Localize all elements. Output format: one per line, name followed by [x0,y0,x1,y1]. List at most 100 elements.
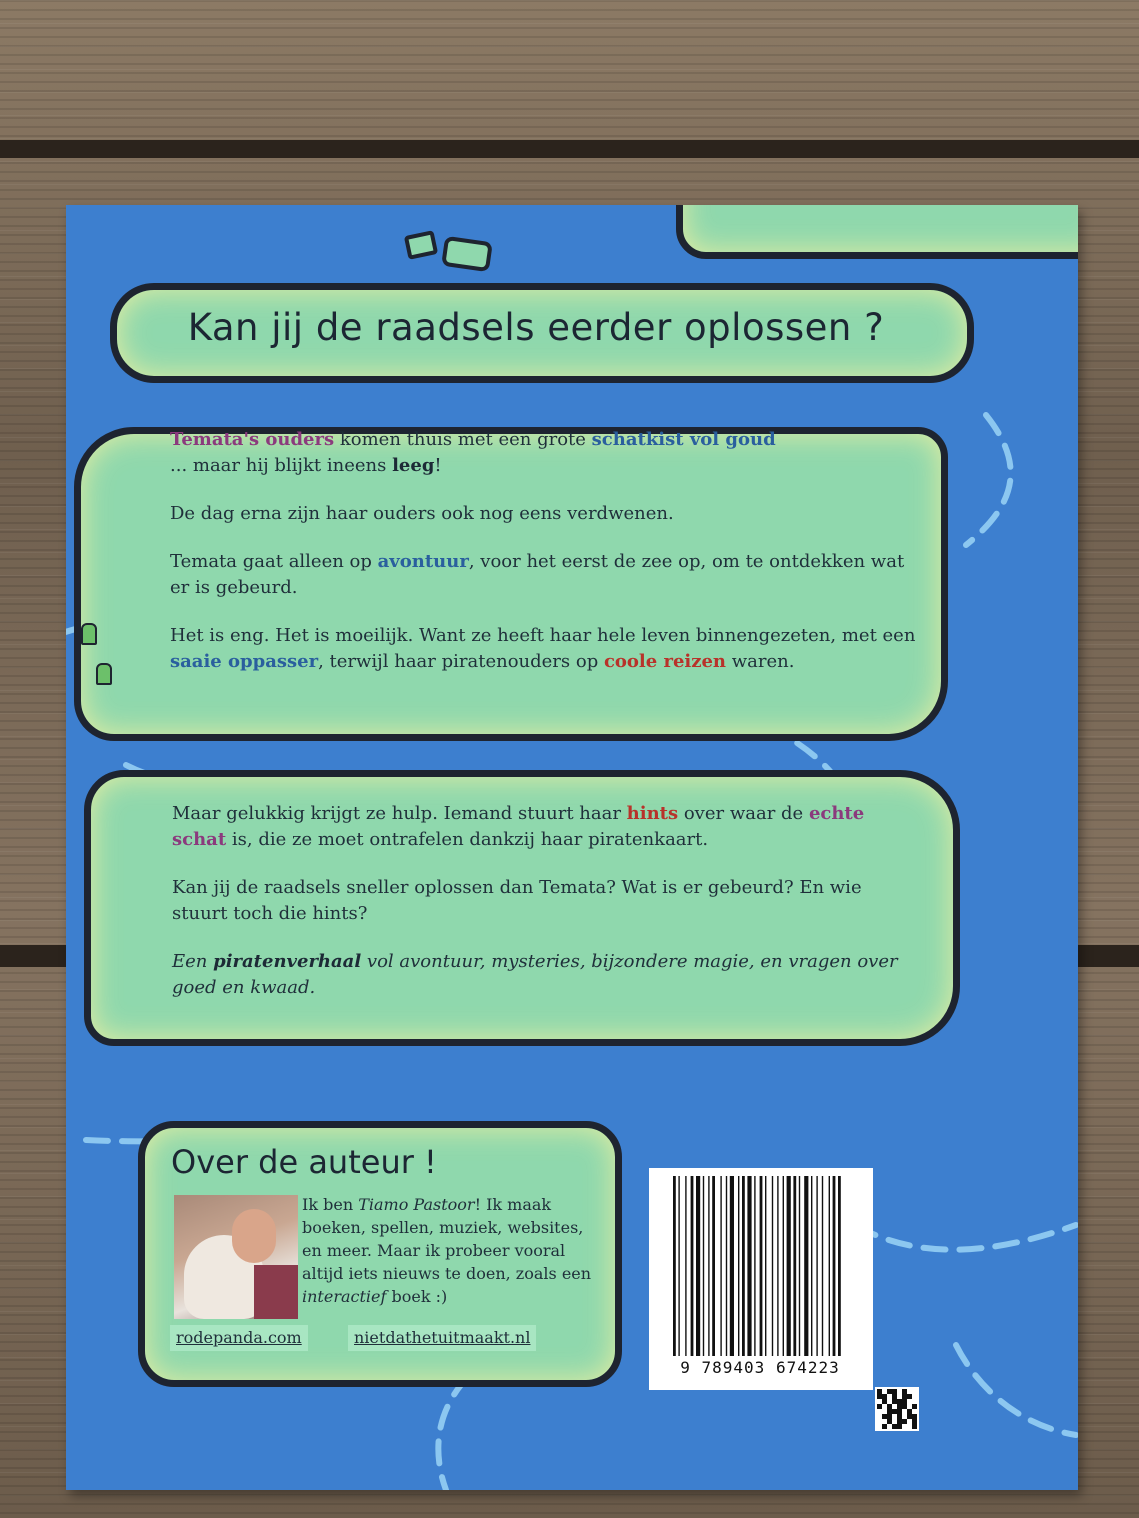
qr-module [902,1394,907,1399]
qr-module [887,1414,892,1419]
qr-module [877,1404,882,1409]
body-text: over waar de [678,803,809,824]
qr-module [897,1404,902,1409]
body-text: ! [434,455,442,476]
barcode-bar [720,1176,722,1356]
body-text: boek :) [386,1287,448,1306]
barcode-bar [816,1176,818,1356]
body-text: Een [172,951,214,972]
highlight-text: coole reizen [603,651,727,672]
small-creature-icon [81,623,97,645]
story-text-1: Temata's ouders komen thuis met een grot… [170,427,920,697]
barcode-bar [690,1176,694,1356]
small-creature-icon [96,663,112,685]
barcode-bar [673,1176,676,1356]
qr-module [907,1414,912,1419]
qr-module [877,1394,882,1399]
qr-module [892,1409,897,1414]
qr-module [912,1404,917,1409]
book-back-cover: Kan jij de raadsels eerder oplossen ? Te… [66,205,1078,1490]
emphasis-text: interactief [302,1287,387,1306]
shirt-shape [254,1265,298,1319]
qr-module [902,1389,907,1394]
qr-module [902,1419,907,1424]
qr-module [897,1414,902,1419]
qr-module [887,1404,892,1409]
qr-module [902,1404,907,1409]
face-shape [232,1209,276,1263]
barcode-bar [782,1176,784,1356]
highlight-text: schatkist vol goud [591,429,776,450]
highlight-text: Temata's ouders [170,429,335,450]
barcode-bar [725,1176,728,1356]
body-text: waren. [726,651,795,672]
barcode-bar [738,1176,740,1356]
paragraph-question: Kan jij de raadsels sneller oplossen dan… [172,877,862,924]
barcode-bar [696,1176,701,1356]
barcode-bar [759,1176,763,1356]
barcode-bar [708,1176,710,1356]
body-text: Temata gaat alleen op [170,551,378,572]
qr-module [897,1409,902,1414]
body-text: is, die ze moet ontrafelen dankzij haar … [226,829,709,850]
link-rodepanda[interactable]: rodepanda.com [170,1325,308,1351]
author-heading: Over de auteur ! [171,1143,437,1181]
isbn-digits: 9 789403 674223 [680,1358,840,1377]
paragraph-adventure: Temata gaat alleen op avontuur, voor het… [170,549,920,601]
qr-module [882,1424,887,1429]
link-nietdathetuitmaakt[interactable]: nietdathetuitmaakt.nl [348,1325,537,1351]
qr-module [892,1394,897,1399]
paragraph-hints: Maar gelukkig krijgt ze hulp. Iemand stu… [172,801,922,853]
barcode-bar [838,1176,841,1356]
barcode-bar [804,1176,809,1356]
barcode-bars [673,1176,841,1356]
qr-module [877,1389,882,1394]
qr-module [907,1409,912,1414]
island-top-right [676,205,1078,259]
qr-module [912,1414,917,1419]
qr-module [882,1414,887,1419]
qr-code-pattern [877,1389,917,1429]
highlight-text: saaie oppasser [170,651,319,672]
barcode-bar [828,1176,830,1356]
qr-module [887,1409,892,1414]
author-photo [174,1195,298,1319]
barcode-bar [742,1176,745,1356]
qr-module [892,1399,897,1404]
qr-module [882,1394,887,1399]
author-bio: Ik ben Tiamo Pastoor! Ik maak boeken, sp… [302,1193,592,1308]
plank-gap [0,140,1139,158]
qr-module [897,1424,902,1429]
qr-module [882,1399,887,1404]
qr-module [897,1419,902,1424]
body-text: Maar gelukkig krijgt ze hulp. Iemand stu… [172,803,627,824]
story-text-2: Maar gelukkig krijgt ze hulp. Iemand stu… [172,801,922,1023]
body-text: Het is eng. Het is moeilijk. Want ze hee… [170,625,916,646]
qr-module [892,1424,897,1429]
barcode-bar [832,1176,836,1356]
qr-module [892,1389,897,1394]
barcode-bar [798,1176,801,1356]
barcode-bar [712,1176,715,1356]
barcode-bar [702,1176,705,1356]
highlight-text: hints [626,803,679,824]
isbn-barcode: 9 789403 674223 [649,1168,873,1390]
qr-module [887,1419,892,1424]
barcode-bar [729,1176,734,1356]
barcode-bar [754,1176,756,1356]
author-name: Tiamo Pastoor [358,1195,475,1214]
cover-headline: Kan jij de raadsels eerder oplossen ? [187,305,885,349]
body-text: ... maar hij blijkt ineens [170,455,393,476]
barcode-bar [747,1176,752,1356]
qr-module [897,1399,902,1404]
qr-module [902,1399,907,1404]
qr-module [907,1394,912,1399]
body-text: , terwijl haar piratenouders op [318,651,604,672]
barcode-bar [685,1176,687,1356]
highlight-text: piratenverhaal [213,951,362,972]
body-text: komen thuis met een grote [334,429,592,450]
qr-module [912,1419,917,1424]
paragraph-text: De dag erna zijn haar ouders ook nog een… [170,503,674,524]
rock-shape [441,235,493,273]
barcode-bar [765,1176,767,1356]
